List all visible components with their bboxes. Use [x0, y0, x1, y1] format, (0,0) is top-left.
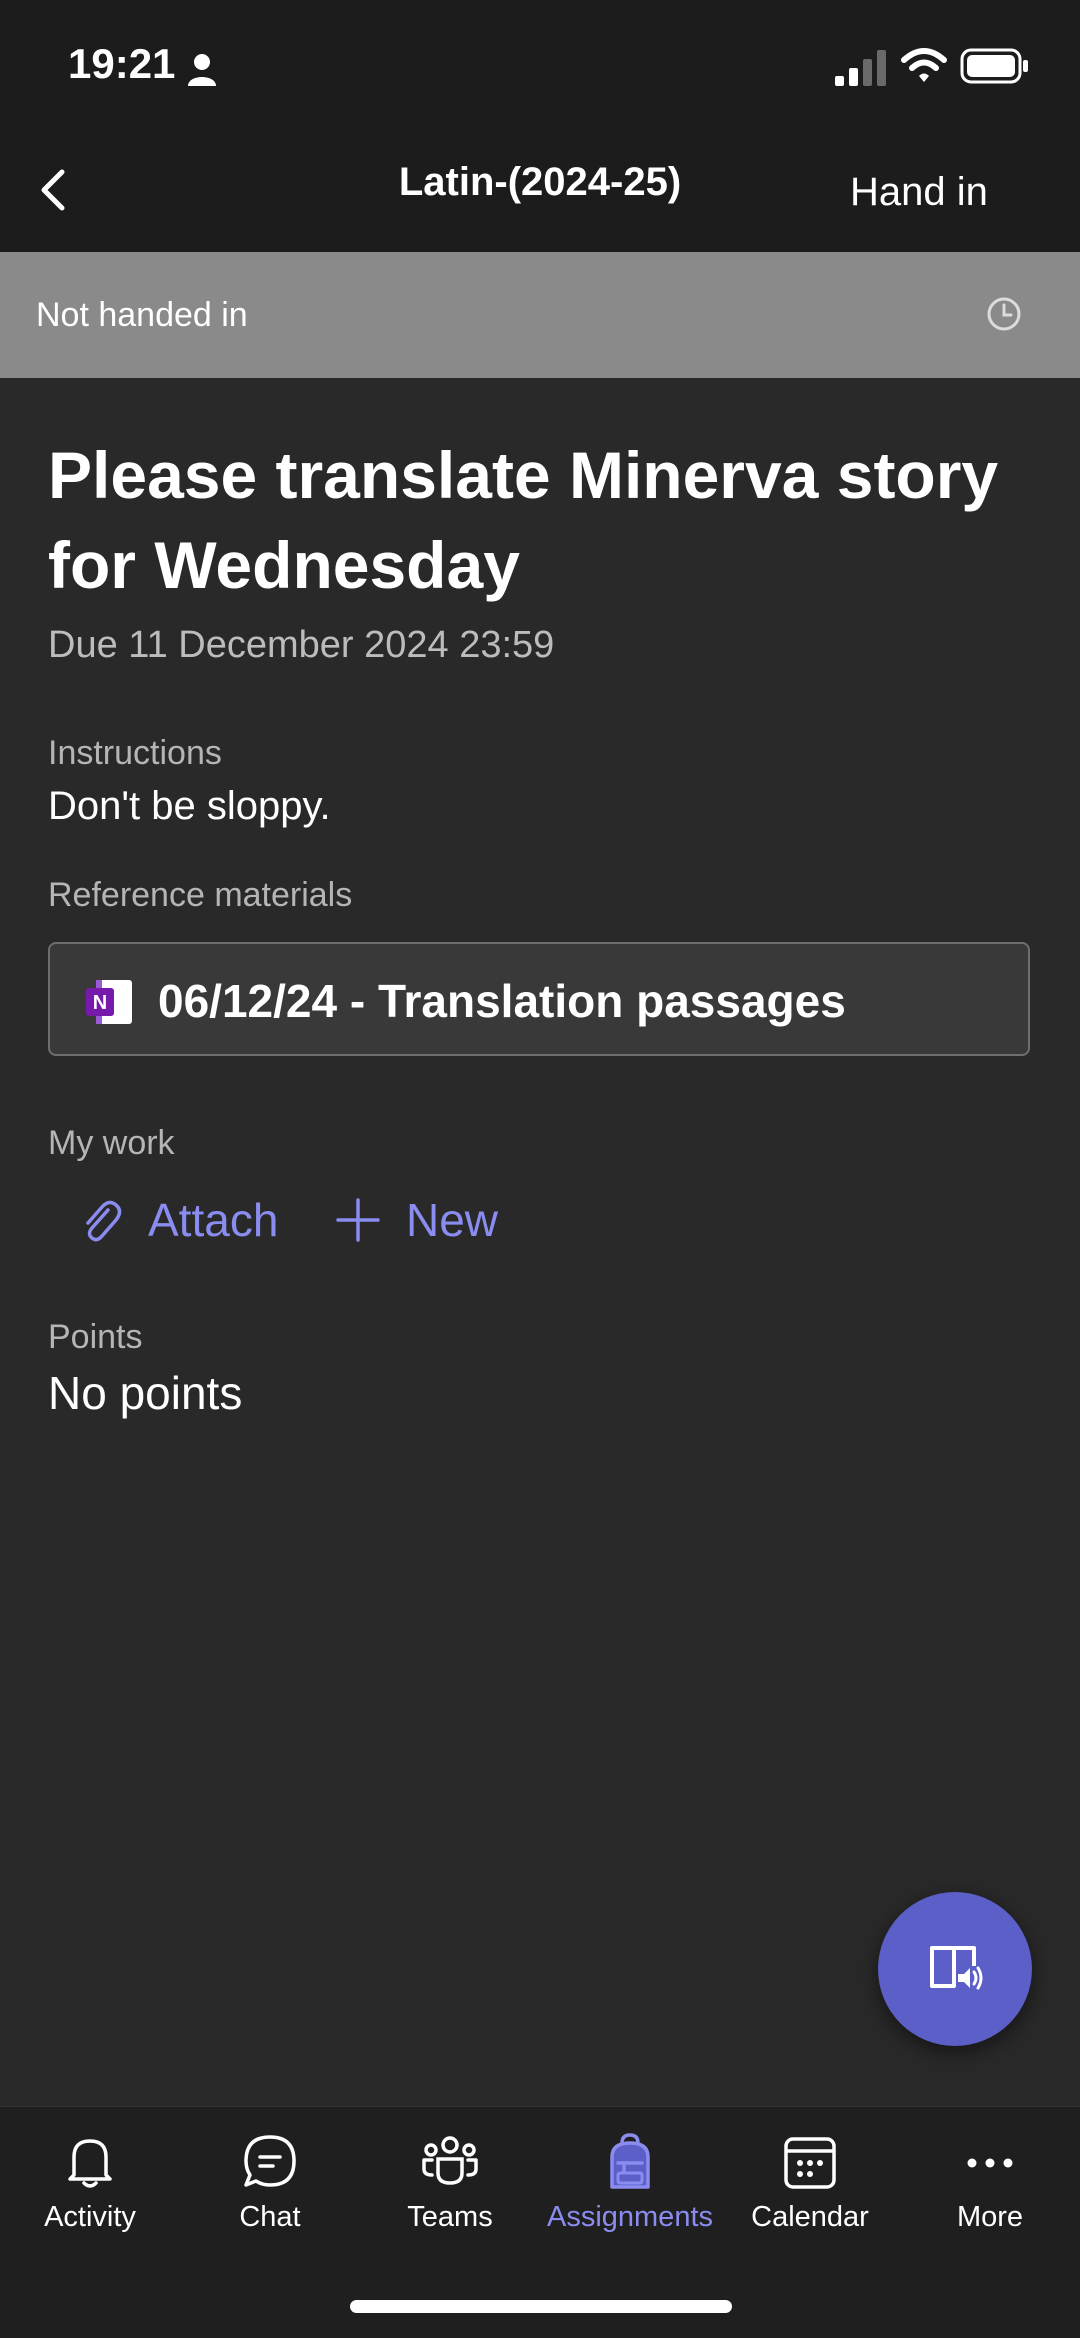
tab-teams-label: Teams	[407, 2201, 493, 2233]
reference-material-card[interactable]: N 06/12/24 - Translation passages	[48, 942, 1030, 1056]
calendar-icon	[784, 2137, 836, 2189]
teams-icon	[422, 2136, 478, 2185]
status-bar: 19:21	[0, 0, 1080, 130]
wifi-icon	[901, 48, 947, 82]
person-icon	[188, 54, 216, 86]
tab-calendar[interactable]: Calendar	[720, 2131, 900, 2251]
attach-label: Attach	[148, 1194, 279, 1246]
nav-bar: Latin-(2024-25) Hand in	[0, 130, 1080, 252]
attach-button[interactable]: Attach	[78, 1190, 278, 1250]
home-indicator	[350, 2300, 732, 2313]
tab-assignments[interactable]: Assignments	[540, 2131, 720, 2251]
immersive-reader-icon	[930, 1946, 983, 1990]
tab-assignments-label: Assignments	[546, 2201, 713, 2233]
my-work-label: My work	[48, 1124, 175, 1162]
bell-icon	[68, 2139, 112, 2188]
hand-in-button[interactable]: Hand in	[850, 170, 988, 215]
reference-materials-label: Reference materials	[48, 876, 353, 914]
signal-icon	[835, 50, 886, 86]
due-date: Due 11 December 2024 23:59	[48, 624, 555, 666]
submission-status-text: Not handed in	[36, 296, 248, 334]
immersive-reader-button[interactable]	[878, 1892, 1032, 2046]
new-button[interactable]: New	[336, 1190, 498, 1250]
instructions-text: Don't be sloppy.	[48, 784, 331, 828]
clock-icon	[987, 297, 1021, 331]
onenote-icon: N	[86, 980, 132, 1024]
tab-chat-label: Chat	[239, 2201, 301, 2233]
new-label: New	[406, 1194, 499, 1246]
tab-chat[interactable]: Chat	[180, 2131, 360, 2251]
tab-activity-label: Activity	[44, 2201, 136, 2233]
tab-calendar-label: Calendar	[751, 2201, 869, 2233]
tab-activity[interactable]: Activity	[0, 2131, 180, 2251]
tab-teams[interactable]: Teams	[360, 2131, 540, 2251]
svg-text:N: N	[93, 992, 107, 1014]
backpack-icon	[610, 2133, 650, 2189]
submission-status-banner: Not handed in	[0, 252, 1080, 378]
assignment-title: Please translate Minerva story for Wedne…	[48, 438, 999, 602]
paperclip-icon	[86, 1200, 122, 1242]
nav-title: Latin-(2024-25)	[398, 160, 682, 204]
tab-more[interactable]: More	[900, 2131, 1080, 2251]
points-value: No points	[48, 1367, 243, 1419]
battery-icon	[960, 48, 1028, 84]
chat-icon	[244, 2135, 296, 2187]
points-label: Points	[48, 1318, 143, 1356]
assignment-header: Please translate Minerva story for Wedne…	[48, 430, 1038, 667]
more-icon	[967, 2158, 1013, 2168]
status-time: 19:21	[68, 40, 176, 87]
instructions-label: Instructions	[48, 734, 222, 772]
plus-icon	[336, 1198, 380, 1242]
reference-material-name: 06/12/24 - Translation passages	[158, 975, 846, 1027]
back-chevron-icon[interactable]	[30, 162, 80, 218]
tab-more-label: More	[956, 2201, 1024, 2233]
